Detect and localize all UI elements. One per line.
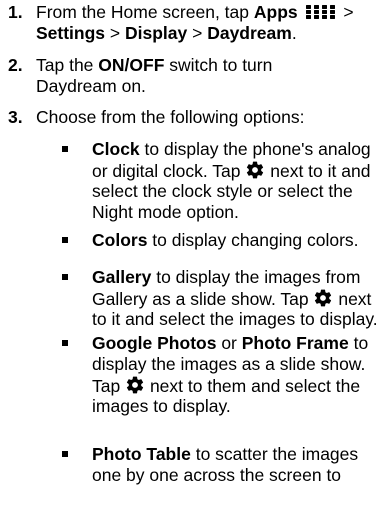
bullet-icon bbox=[62, 340, 68, 346]
option-title: Colors bbox=[92, 230, 148, 250]
option-title-2: Photo Frame bbox=[241, 333, 349, 353]
daydream-label: Daydream bbox=[207, 23, 292, 43]
step-2-line-2: Daydream on. bbox=[36, 76, 146, 96]
step-number: 2. bbox=[8, 55, 23, 75]
settings-label: Settings bbox=[36, 23, 106, 43]
step-number: 3. bbox=[8, 107, 23, 127]
option-title: Photo Table bbox=[92, 444, 191, 464]
gear-icon bbox=[315, 289, 332, 307]
gear-icon bbox=[247, 161, 264, 179]
apps-grid-icon bbox=[305, 5, 335, 19]
apps-label: Apps bbox=[253, 2, 298, 22]
bullet-icon bbox=[62, 146, 68, 152]
option-title: Clock bbox=[92, 139, 140, 159]
step-1-line-2: Settings > Display > Daydream. bbox=[36, 23, 297, 43]
bullet-icon bbox=[62, 451, 68, 457]
bullet-icon bbox=[62, 237, 68, 243]
gear-icon bbox=[126, 376, 144, 394]
step-2-line-1: Tap the ON/OFF switch to turn bbox=[36, 55, 273, 75]
step-number: 1. bbox=[8, 2, 23, 22]
option-title: Gallery bbox=[92, 267, 152, 287]
step-1-line-1: From the Home screen, tap Apps > bbox=[36, 2, 354, 22]
instructions-page: 1. From the Home screen, tap Apps > Sett… bbox=[0, 0, 392, 509]
option-title: Google Photos bbox=[92, 333, 217, 353]
step-3-line-1: Choose from the following options: bbox=[36, 107, 305, 127]
bullet-icon bbox=[62, 274, 68, 280]
display-label: Display bbox=[125, 23, 188, 43]
on-off-label: ON/OFF bbox=[98, 55, 165, 75]
